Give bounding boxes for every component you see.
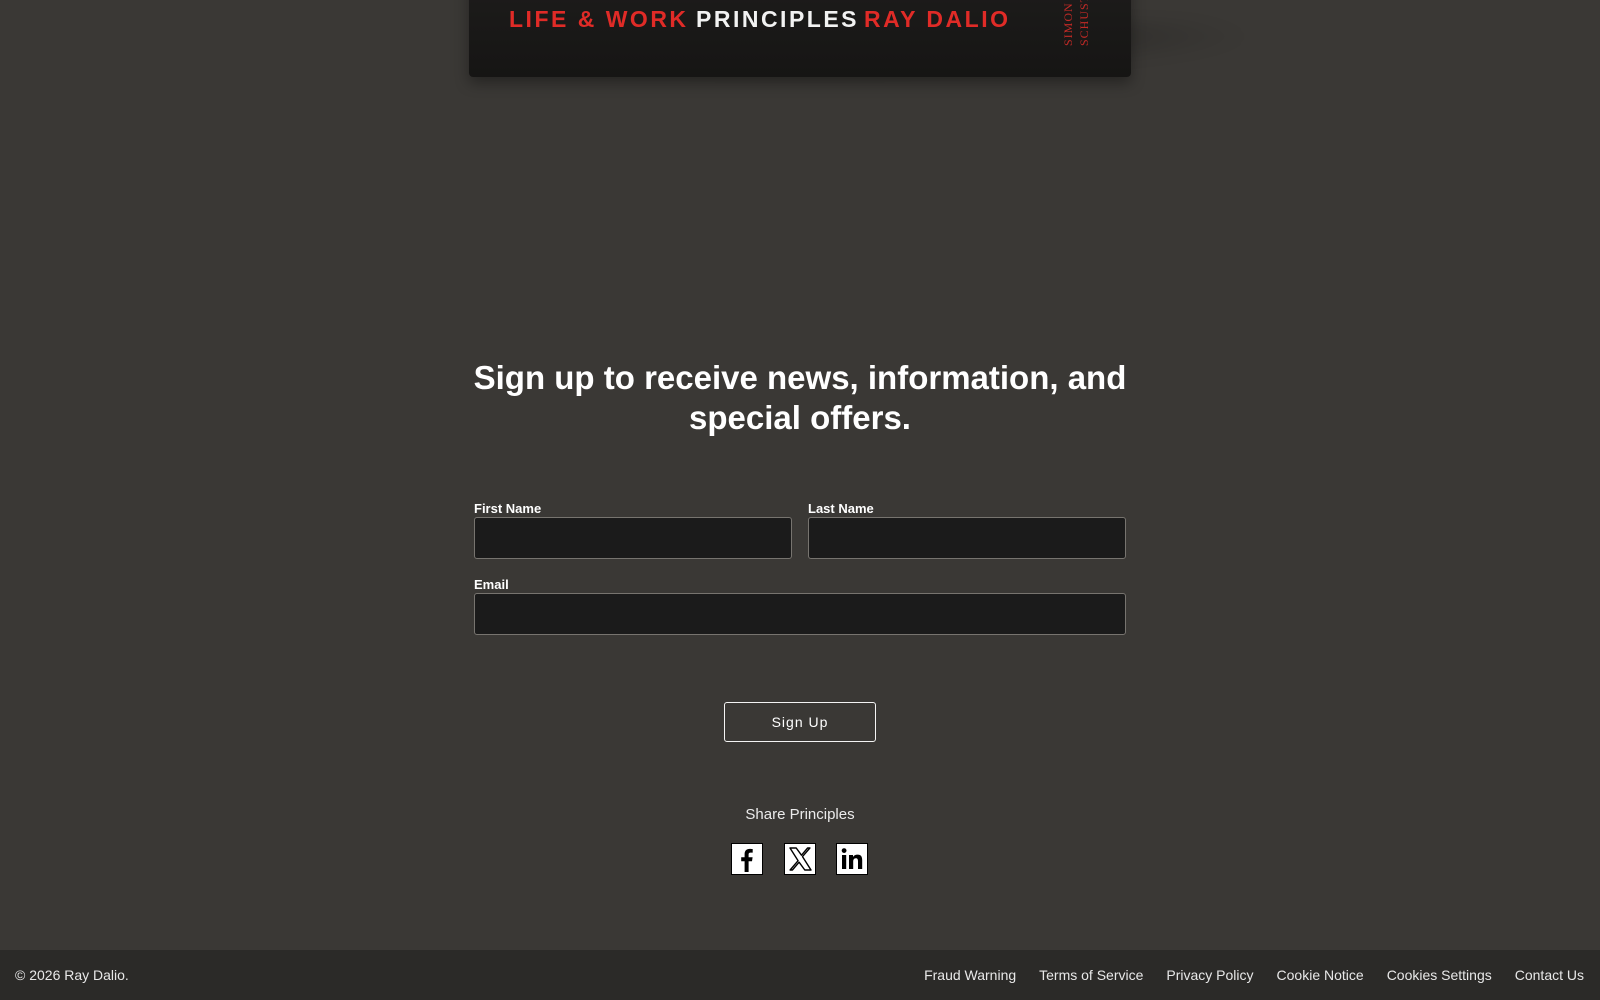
- footer-link-cookies-settings[interactable]: Cookies Settings: [1387, 967, 1492, 983]
- footer-links: Fraud Warning Terms of Service Privacy P…: [924, 967, 1584, 983]
- copyright-text: © 2026 Ray Dalio.: [15, 967, 129, 983]
- footer-link-cookie-notice[interactable]: Cookie Notice: [1277, 967, 1364, 983]
- facebook-glyph: [741, 848, 753, 872]
- first-name-label: First Name: [474, 501, 542, 516]
- email-input[interactable]: [474, 593, 1126, 635]
- sign-up-button[interactable]: Sign Up: [724, 702, 876, 742]
- facebook-icon[interactable]: [731, 843, 763, 875]
- book-spine: LIFE & WORK PRINCIPLES RAY DALIO SIMON S…: [469, 0, 1131, 77]
- book-publisher: SIMON SCHUSTE: [1061, 0, 1113, 54]
- footer-link-terms-of-service[interactable]: Terms of Service: [1039, 967, 1143, 983]
- publisher-line-1: SIMON: [1061, 2, 1075, 46]
- signup-headline: Sign up to receive news, information, an…: [473, 359, 1127, 436]
- book-title: PRINCIPLES: [696, 6, 860, 32]
- linkedin-glyph: [841, 848, 863, 869]
- linkedin-icon[interactable]: [836, 843, 868, 875]
- footer-link-contact-us[interactable]: Contact Us: [1515, 967, 1584, 983]
- last-name-input[interactable]: [808, 517, 1126, 559]
- book-author: RAY DALIO: [864, 6, 1011, 32]
- share-label: Share Principles: [745, 806, 855, 823]
- x-icon[interactable]: [784, 843, 816, 875]
- footer-link-privacy-policy[interactable]: Privacy Policy: [1166, 967, 1253, 983]
- publisher-line-2: SCHUSTE: [1077, 0, 1091, 46]
- email-label: Email: [474, 577, 509, 592]
- first-name-input[interactable]: [474, 517, 792, 559]
- book-subtitle: LIFE & WORK: [509, 6, 689, 32]
- footer: © 2026 Ray Dalio. Fraud Warning Terms of…: [0, 950, 1600, 1000]
- x-glyph: [789, 847, 812, 871]
- footer-link-fraud-warning[interactable]: Fraud Warning: [924, 967, 1016, 983]
- last-name-label: Last Name: [808, 501, 874, 516]
- book-spine-image: LIFE & WORK PRINCIPLES RAY DALIO SIMON S…: [469, 0, 1251, 77]
